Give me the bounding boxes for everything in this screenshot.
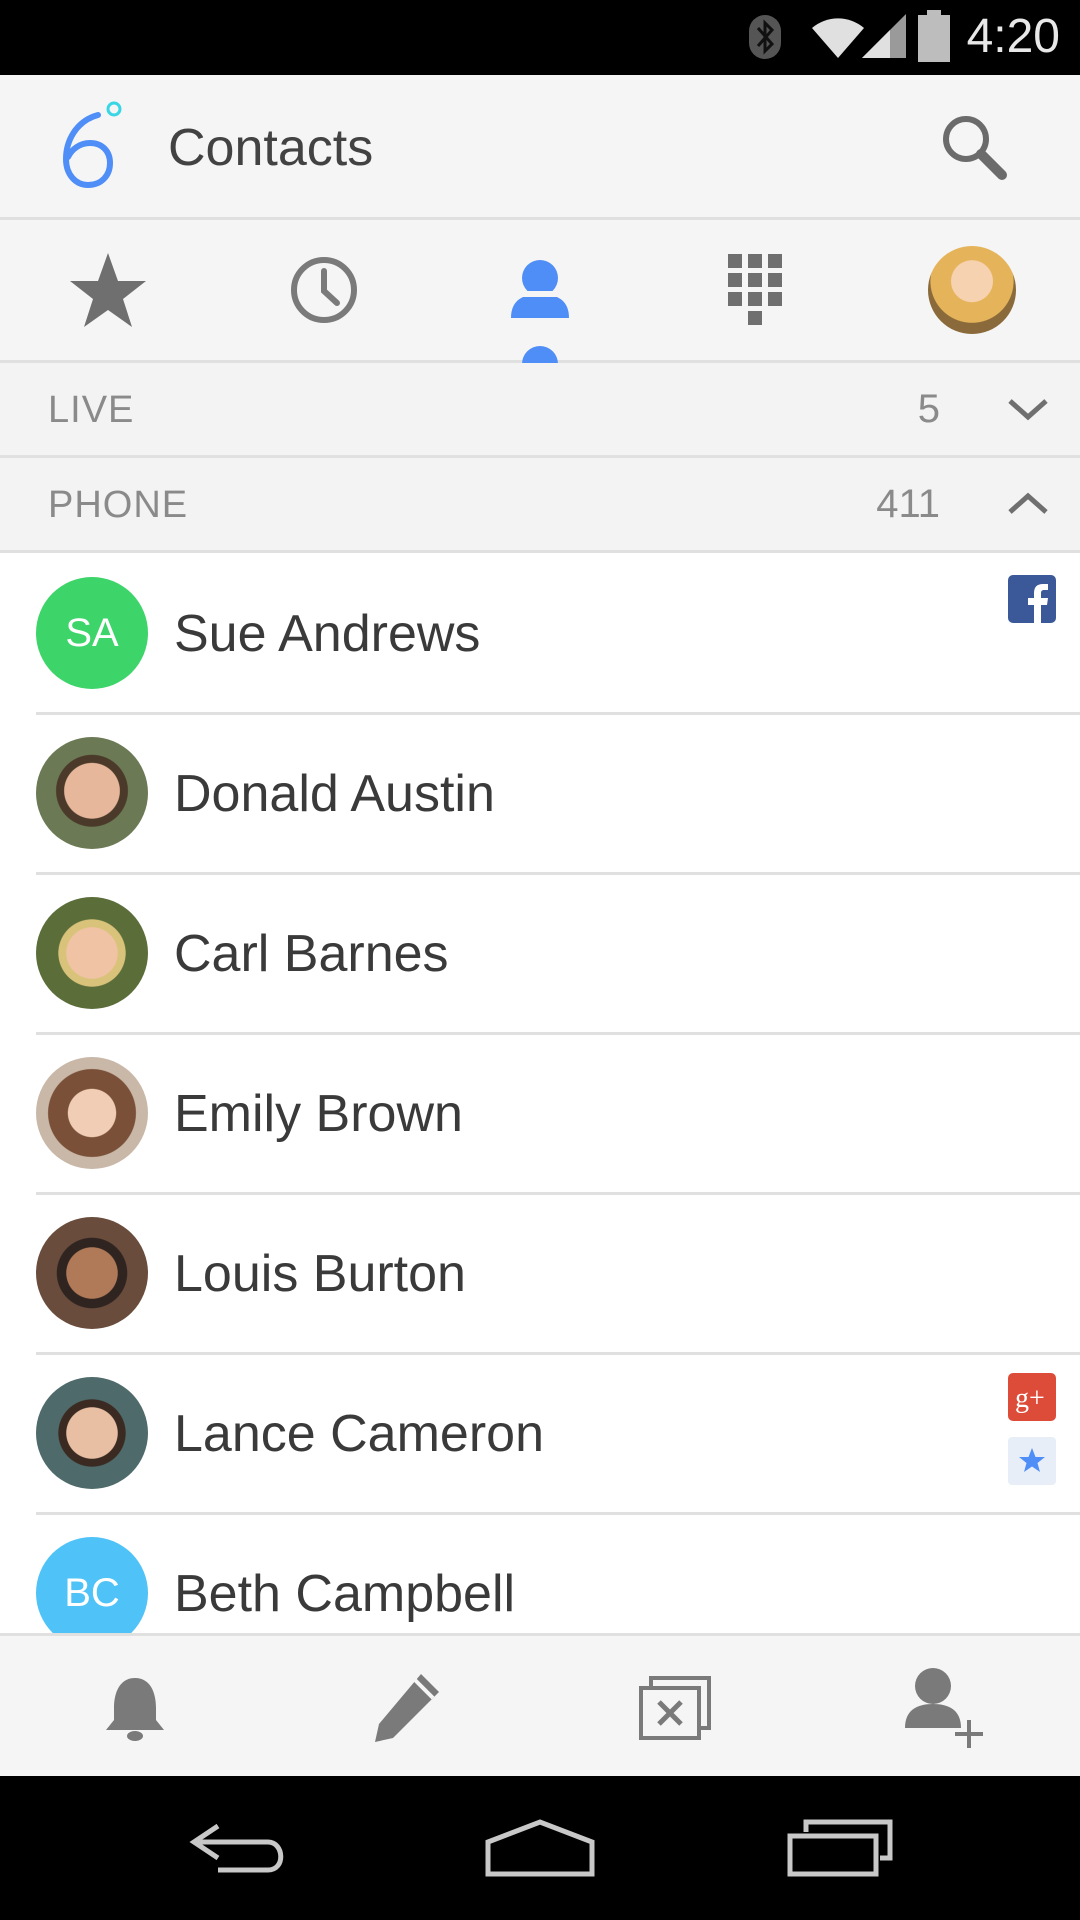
contact-name: Louis Burton bbox=[174, 1245, 466, 1303]
chevron-up-icon[interactable] bbox=[1004, 480, 1052, 528]
favorite-star-badge-icon bbox=[1008, 1437, 1056, 1485]
tab-dialpad[interactable] bbox=[648, 220, 864, 360]
person-icon bbox=[511, 260, 569, 318]
contact-row[interactable]: Donald Austin bbox=[0, 715, 1080, 875]
back-icon bbox=[189, 1823, 284, 1873]
facebook-badge-icon bbox=[1008, 575, 1056, 623]
recents-button[interactable] bbox=[740, 1776, 940, 1920]
add-contact-icon bbox=[905, 1667, 983, 1748]
status-bar: 4:20 bbox=[0, 0, 1080, 75]
contact-row[interactable]: Lance Cameron g+ bbox=[0, 1355, 1080, 1515]
edit-button[interactable] bbox=[270, 1636, 540, 1779]
add-contact-button[interactable] bbox=[810, 1636, 1080, 1779]
contact-name: Carl Barnes bbox=[174, 925, 449, 983]
six-degrees-logo-icon bbox=[62, 101, 122, 189]
contact-row[interactable]: Carl Barnes bbox=[0, 875, 1080, 1035]
avatar bbox=[36, 897, 148, 1009]
contact-row[interactable]: SA Sue Andrews bbox=[0, 555, 1080, 715]
tab-bar bbox=[0, 220, 1080, 364]
pencil-icon bbox=[375, 1673, 439, 1742]
delete-box-icon bbox=[639, 1675, 711, 1740]
delete-button[interactable] bbox=[540, 1636, 810, 1779]
dialpad-icon bbox=[728, 254, 782, 325]
contact-name: Donald Austin bbox=[174, 765, 495, 823]
avatar bbox=[36, 1377, 148, 1489]
contact-row[interactable]: Louis Burton bbox=[0, 1195, 1080, 1355]
chevron-down-icon[interactable] bbox=[1004, 385, 1052, 433]
tab-favorites[interactable] bbox=[0, 220, 216, 360]
section-live-count: 5 bbox=[917, 387, 940, 431]
tab-recents[interactable] bbox=[216, 220, 432, 360]
section-phone-header[interactable]: PHONE 411 bbox=[0, 458, 1080, 553]
wifi-icon bbox=[812, 18, 864, 58]
avatar bbox=[36, 1217, 148, 1329]
avatar: SA bbox=[36, 577, 148, 689]
tab-my-profile[interactable] bbox=[864, 220, 1080, 360]
system-nav-bar bbox=[0, 1776, 1080, 1920]
home-icon bbox=[485, 1819, 595, 1877]
signal-icon bbox=[862, 14, 906, 58]
contact-row[interactable]: Emily Brown bbox=[0, 1035, 1080, 1195]
battery-icon bbox=[918, 10, 950, 62]
profile-avatar bbox=[928, 246, 1016, 334]
back-button[interactable] bbox=[140, 1776, 340, 1920]
star-icon bbox=[70, 253, 146, 327]
bell-icon bbox=[106, 1677, 164, 1741]
contact-list[interactable]: SA Sue Andrews Donald Austin Carl Barnes… bbox=[0, 555, 1080, 1633]
avatar bbox=[36, 1057, 148, 1169]
notifications-button[interactable] bbox=[0, 1636, 270, 1779]
app-bar: Contacts bbox=[0, 75, 1080, 220]
section-live-label: LIVE bbox=[48, 389, 135, 431]
contact-name: Lance Cameron bbox=[174, 1405, 544, 1463]
bluetooth-icon bbox=[749, 15, 781, 59]
status-time: 4:20 bbox=[966, 10, 1060, 63]
home-button[interactable] bbox=[440, 1776, 640, 1920]
contact-name: Beth Campbell bbox=[174, 1565, 516, 1623]
avatar: BC bbox=[36, 1537, 148, 1633]
clock-icon bbox=[291, 257, 357, 323]
contact-name: Emily Brown bbox=[174, 1085, 463, 1143]
tab-contacts[interactable] bbox=[432, 220, 648, 360]
contact-row[interactable]: BC Beth Campbell bbox=[0, 1515, 1080, 1633]
recents-icon bbox=[787, 1819, 893, 1877]
section-phone-label: PHONE bbox=[48, 484, 189, 526]
google-plus-badge-icon: g+ bbox=[1008, 1373, 1056, 1421]
avatar bbox=[36, 737, 148, 849]
section-live-header[interactable]: LIVE 5 bbox=[0, 363, 1080, 458]
contact-name: Sue Andrews bbox=[174, 605, 481, 663]
search-icon[interactable] bbox=[938, 111, 1010, 183]
page-title: Contacts bbox=[168, 119, 374, 177]
section-phone-count: 411 bbox=[876, 482, 940, 526]
bottom-action-bar bbox=[0, 1633, 1080, 1779]
svg-text:g+: g+ bbox=[1015, 1383, 1045, 1414]
